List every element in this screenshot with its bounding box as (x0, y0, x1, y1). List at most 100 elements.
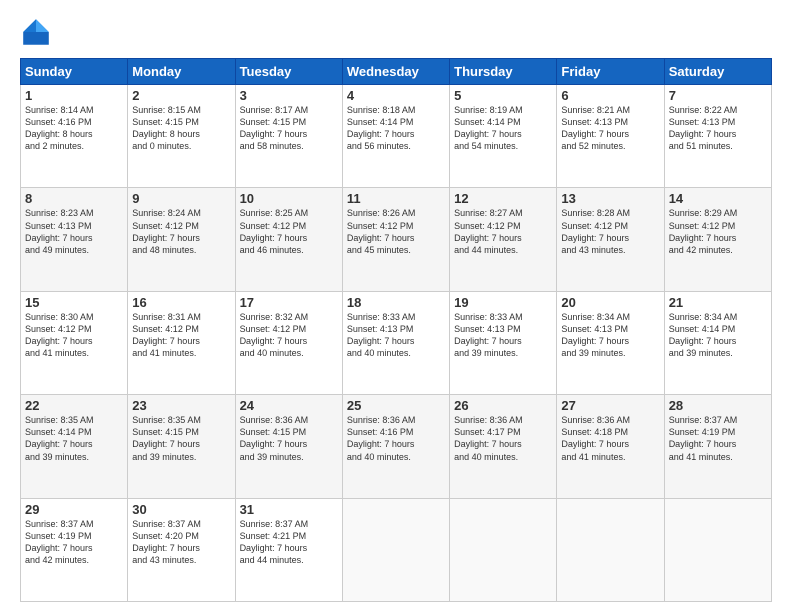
day-info: Sunrise: 8:33 AM Sunset: 4:13 PM Dayligh… (347, 311, 445, 360)
day-number: 11 (347, 191, 445, 206)
calendar-week-2: 8Sunrise: 8:23 AM Sunset: 4:13 PM Daylig… (21, 188, 772, 291)
day-info: Sunrise: 8:36 AM Sunset: 4:15 PM Dayligh… (240, 414, 338, 463)
calendar-cell: 7Sunrise: 8:22 AM Sunset: 4:13 PM Daylig… (664, 85, 771, 188)
day-info: Sunrise: 8:32 AM Sunset: 4:12 PM Dayligh… (240, 311, 338, 360)
calendar-cell (557, 498, 664, 601)
day-info: Sunrise: 8:36 AM Sunset: 4:18 PM Dayligh… (561, 414, 659, 463)
weekday-header-row: SundayMondayTuesdayWednesdayThursdayFrid… (21, 59, 772, 85)
day-number: 27 (561, 398, 659, 413)
day-info: Sunrise: 8:34 AM Sunset: 4:14 PM Dayligh… (669, 311, 767, 360)
calendar-cell: 19Sunrise: 8:33 AM Sunset: 4:13 PM Dayli… (450, 291, 557, 394)
day-info: Sunrise: 8:35 AM Sunset: 4:15 PM Dayligh… (132, 414, 230, 463)
weekday-header-tuesday: Tuesday (235, 59, 342, 85)
day-info: Sunrise: 8:36 AM Sunset: 4:17 PM Dayligh… (454, 414, 552, 463)
calendar-cell: 18Sunrise: 8:33 AM Sunset: 4:13 PM Dayli… (342, 291, 449, 394)
calendar-cell: 28Sunrise: 8:37 AM Sunset: 4:19 PM Dayli… (664, 395, 771, 498)
calendar-cell: 9Sunrise: 8:24 AM Sunset: 4:12 PM Daylig… (128, 188, 235, 291)
calendar-cell: 30Sunrise: 8:37 AM Sunset: 4:20 PM Dayli… (128, 498, 235, 601)
calendar-week-5: 29Sunrise: 8:37 AM Sunset: 4:19 PM Dayli… (21, 498, 772, 601)
day-info: Sunrise: 8:35 AM Sunset: 4:14 PM Dayligh… (25, 414, 123, 463)
day-number: 10 (240, 191, 338, 206)
calendar-cell: 24Sunrise: 8:36 AM Sunset: 4:15 PM Dayli… (235, 395, 342, 498)
calendar-cell: 4Sunrise: 8:18 AM Sunset: 4:14 PM Daylig… (342, 85, 449, 188)
day-number: 14 (669, 191, 767, 206)
day-number: 4 (347, 88, 445, 103)
day-number: 31 (240, 502, 338, 517)
weekday-header-friday: Friday (557, 59, 664, 85)
day-info: Sunrise: 8:23 AM Sunset: 4:13 PM Dayligh… (25, 207, 123, 256)
calendar-cell: 23Sunrise: 8:35 AM Sunset: 4:15 PM Dayli… (128, 395, 235, 498)
day-number: 8 (25, 191, 123, 206)
calendar-cell: 10Sunrise: 8:25 AM Sunset: 4:12 PM Dayli… (235, 188, 342, 291)
day-info: Sunrise: 8:26 AM Sunset: 4:12 PM Dayligh… (347, 207, 445, 256)
day-number: 26 (454, 398, 552, 413)
day-info: Sunrise: 8:14 AM Sunset: 4:16 PM Dayligh… (25, 104, 123, 153)
calendar-week-3: 15Sunrise: 8:30 AM Sunset: 4:12 PM Dayli… (21, 291, 772, 394)
calendar-cell: 3Sunrise: 8:17 AM Sunset: 4:15 PM Daylig… (235, 85, 342, 188)
day-number: 3 (240, 88, 338, 103)
day-info: Sunrise: 8:17 AM Sunset: 4:15 PM Dayligh… (240, 104, 338, 153)
calendar-cell: 21Sunrise: 8:34 AM Sunset: 4:14 PM Dayli… (664, 291, 771, 394)
day-number: 2 (132, 88, 230, 103)
calendar-cell: 25Sunrise: 8:36 AM Sunset: 4:16 PM Dayli… (342, 395, 449, 498)
day-number: 12 (454, 191, 552, 206)
day-number: 30 (132, 502, 230, 517)
day-info: Sunrise: 8:37 AM Sunset: 4:19 PM Dayligh… (669, 414, 767, 463)
weekday-header-sunday: Sunday (21, 59, 128, 85)
calendar-table: SundayMondayTuesdayWednesdayThursdayFrid… (20, 58, 772, 602)
day-number: 17 (240, 295, 338, 310)
header (20, 16, 772, 48)
day-info: Sunrise: 8:37 AM Sunset: 4:19 PM Dayligh… (25, 518, 123, 567)
weekday-header-wednesday: Wednesday (342, 59, 449, 85)
day-number: 29 (25, 502, 123, 517)
day-number: 9 (132, 191, 230, 206)
calendar-body: 1Sunrise: 8:14 AM Sunset: 4:16 PM Daylig… (21, 85, 772, 602)
day-info: Sunrise: 8:37 AM Sunset: 4:21 PM Dayligh… (240, 518, 338, 567)
day-number: 13 (561, 191, 659, 206)
day-number: 24 (240, 398, 338, 413)
calendar-cell: 5Sunrise: 8:19 AM Sunset: 4:14 PM Daylig… (450, 85, 557, 188)
calendar-cell (450, 498, 557, 601)
day-info: Sunrise: 8:18 AM Sunset: 4:14 PM Dayligh… (347, 104, 445, 153)
calendar-cell: 17Sunrise: 8:32 AM Sunset: 4:12 PM Dayli… (235, 291, 342, 394)
day-info: Sunrise: 8:25 AM Sunset: 4:12 PM Dayligh… (240, 207, 338, 256)
calendar-cell: 14Sunrise: 8:29 AM Sunset: 4:12 PM Dayli… (664, 188, 771, 291)
calendar-cell: 1Sunrise: 8:14 AM Sunset: 4:16 PM Daylig… (21, 85, 128, 188)
day-number: 22 (25, 398, 123, 413)
calendar-cell: 26Sunrise: 8:36 AM Sunset: 4:17 PM Dayli… (450, 395, 557, 498)
day-number: 28 (669, 398, 767, 413)
day-info: Sunrise: 8:29 AM Sunset: 4:12 PM Dayligh… (669, 207, 767, 256)
weekday-header-thursday: Thursday (450, 59, 557, 85)
calendar-cell: 15Sunrise: 8:30 AM Sunset: 4:12 PM Dayli… (21, 291, 128, 394)
day-number: 21 (669, 295, 767, 310)
calendar-week-4: 22Sunrise: 8:35 AM Sunset: 4:14 PM Dayli… (21, 395, 772, 498)
day-number: 19 (454, 295, 552, 310)
day-info: Sunrise: 8:27 AM Sunset: 4:12 PM Dayligh… (454, 207, 552, 256)
calendar-cell: 13Sunrise: 8:28 AM Sunset: 4:12 PM Dayli… (557, 188, 664, 291)
calendar-header: SundayMondayTuesdayWednesdayThursdayFrid… (21, 59, 772, 85)
calendar-cell: 12Sunrise: 8:27 AM Sunset: 4:12 PM Dayli… (450, 188, 557, 291)
day-number: 6 (561, 88, 659, 103)
weekday-header-monday: Monday (128, 59, 235, 85)
day-info: Sunrise: 8:36 AM Sunset: 4:16 PM Dayligh… (347, 414, 445, 463)
day-number: 15 (25, 295, 123, 310)
day-info: Sunrise: 8:34 AM Sunset: 4:13 PM Dayligh… (561, 311, 659, 360)
day-info: Sunrise: 8:15 AM Sunset: 4:15 PM Dayligh… (132, 104, 230, 153)
day-number: 20 (561, 295, 659, 310)
day-number: 25 (347, 398, 445, 413)
day-info: Sunrise: 8:21 AM Sunset: 4:13 PM Dayligh… (561, 104, 659, 153)
day-info: Sunrise: 8:24 AM Sunset: 4:12 PM Dayligh… (132, 207, 230, 256)
day-info: Sunrise: 8:31 AM Sunset: 4:12 PM Dayligh… (132, 311, 230, 360)
page: SundayMondayTuesdayWednesdayThursdayFrid… (0, 0, 792, 612)
calendar-cell: 31Sunrise: 8:37 AM Sunset: 4:21 PM Dayli… (235, 498, 342, 601)
logo-icon (20, 16, 52, 48)
day-info: Sunrise: 8:22 AM Sunset: 4:13 PM Dayligh… (669, 104, 767, 153)
calendar-cell: 20Sunrise: 8:34 AM Sunset: 4:13 PM Dayli… (557, 291, 664, 394)
day-number: 16 (132, 295, 230, 310)
day-info: Sunrise: 8:30 AM Sunset: 4:12 PM Dayligh… (25, 311, 123, 360)
day-number: 1 (25, 88, 123, 103)
day-info: Sunrise: 8:19 AM Sunset: 4:14 PM Dayligh… (454, 104, 552, 153)
calendar-cell: 22Sunrise: 8:35 AM Sunset: 4:14 PM Dayli… (21, 395, 128, 498)
day-info: Sunrise: 8:33 AM Sunset: 4:13 PM Dayligh… (454, 311, 552, 360)
calendar-cell: 6Sunrise: 8:21 AM Sunset: 4:13 PM Daylig… (557, 85, 664, 188)
